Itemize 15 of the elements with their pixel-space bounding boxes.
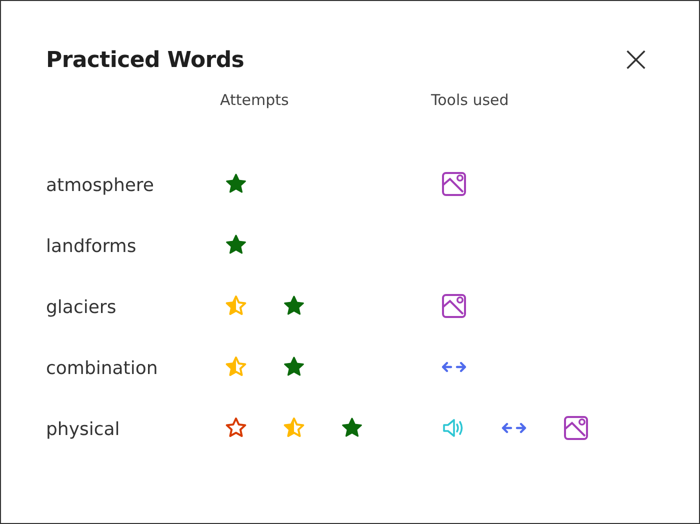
dialog-title: Practiced Words [46, 48, 244, 72]
speaker-icon [441, 416, 465, 438]
picture-icon [441, 170, 467, 196]
word-label: physical [46, 418, 121, 440]
word-label: combination [46, 357, 159, 379]
word-label: atmosphere [46, 174, 155, 196]
column-header: Tools used [431, 91, 510, 109]
picture-icon [563, 414, 589, 440]
column-header: Attempts [220, 91, 290, 109]
double-arrow-icon [441, 360, 467, 374]
double-arrow-icon [501, 420, 527, 434]
word-label: landforms [46, 235, 138, 257]
word-label: glaciers [46, 296, 118, 318]
picture-icon [441, 292, 467, 318]
close-button[interactable]: × [612, 42, 659, 78]
